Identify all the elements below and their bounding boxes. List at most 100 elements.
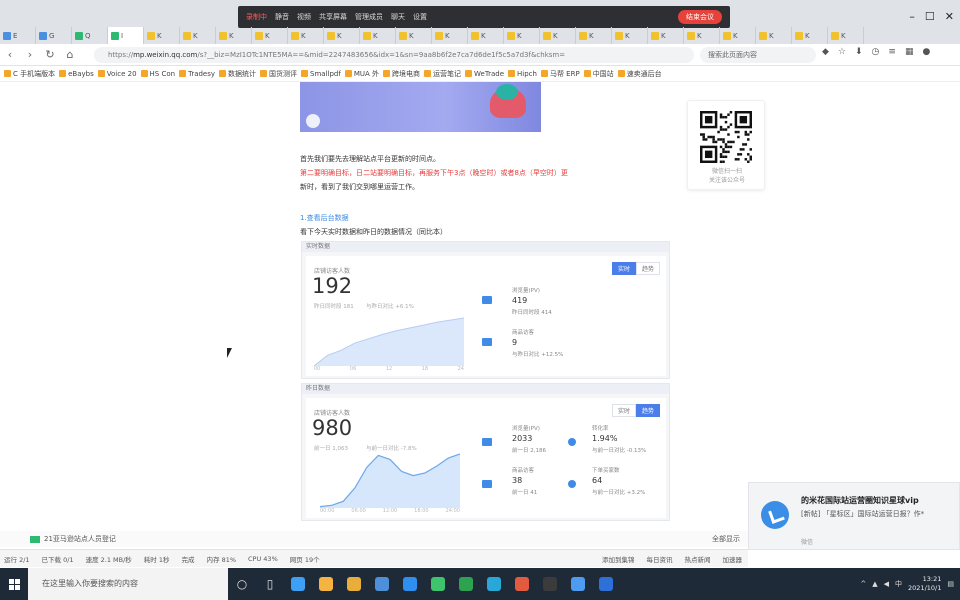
bookmark-item[interactable]: C 手机端版本 — [4, 69, 55, 79]
browser-tab[interactable]: K — [288, 27, 324, 44]
meeting-item-members[interactable]: 管理成员 — [355, 12, 383, 22]
browser-tab[interactable]: K — [180, 27, 216, 44]
browser-tab[interactable]: K — [252, 27, 288, 44]
bookmark-item[interactable]: 跨境电商 — [383, 69, 420, 79]
taskbar-app-icon[interactable] — [452, 568, 480, 600]
minimize-icon[interactable]: – — [909, 10, 915, 23]
download-file-name[interactable]: 21亚马逊站点人员登记 — [44, 534, 116, 544]
browser-tab[interactable]: K — [792, 27, 828, 44]
taskbar-search-input[interactable]: 在这里输入你要搜索的内容 — [28, 568, 228, 600]
browser-tab[interactable]: E — [0, 27, 36, 44]
browser-tab[interactable]: K — [360, 27, 396, 44]
taskbar-app-icon[interactable] — [564, 568, 592, 600]
download-icon[interactable]: ⬇ — [855, 47, 863, 57]
home-icon[interactable]: ⌂ — [60, 48, 80, 61]
close-icon[interactable]: ✕ — [945, 10, 954, 23]
browser-tab[interactable]: K — [396, 27, 432, 44]
bookmark-item[interactable]: 国货测评 — [260, 69, 297, 79]
recording-indicator[interactable]: 录制中 — [246, 12, 267, 22]
meeting-item-chat[interactable]: 聊天 — [391, 12, 405, 22]
menu-icon[interactable]: ≡ — [888, 47, 896, 57]
meeting-item-share[interactable]: 共享屏幕 — [319, 12, 347, 22]
toggle-trend[interactable]: 趋势 — [635, 262, 660, 275]
meeting-item-video[interactable]: 视频 — [297, 12, 311, 22]
status-right-item[interactable]: 热点新闻 — [685, 554, 711, 564]
browser-tab[interactable]: K — [684, 27, 720, 44]
history-icon[interactable]: ◷ — [872, 47, 880, 57]
toast-notification[interactable]: 的米花国际站运营圈知识星球vip [新帖] 「星标区」国际站运营日报？作* 微信 — [748, 482, 960, 550]
bookmark-item[interactable]: HS Con — [140, 70, 175, 78]
status-right-item[interactable]: 每日资讯 — [647, 554, 673, 564]
start-button[interactable] — [0, 568, 28, 600]
show-all-downloads[interactable]: 全部显示 — [712, 534, 740, 544]
bookmark-item[interactable]: 运营笔记 — [424, 69, 461, 79]
taskbar-app-icon[interactable] — [536, 568, 564, 600]
browser-tab[interactable]: K — [540, 27, 576, 44]
maximize-icon[interactable]: ☐ — [925, 10, 935, 23]
browser-tab[interactable]: K — [756, 27, 792, 44]
toggle-trend[interactable]: 趋势 — [635, 404, 660, 417]
status-right-item[interactable]: 添加到集锦 — [602, 554, 635, 564]
page-search-field[interactable]: 搜索此页面内容 — [700, 47, 816, 63]
browser-tab[interactable]: K — [648, 27, 684, 44]
network-icon[interactable]: ▲ — [872, 580, 877, 588]
browser-tab[interactable]: K — [144, 27, 180, 44]
browser-tab[interactable]: K — [216, 27, 252, 44]
taskbar-app-icon[interactable] — [284, 568, 312, 600]
taskbar-app-icon[interactable] — [480, 568, 508, 600]
refresh-icon[interactable]: ↻ — [40, 48, 60, 61]
browser-tab[interactable]: K — [432, 27, 468, 44]
extension-icon[interactable]: ◆ — [822, 47, 829, 57]
user-icon[interactable]: ● — [922, 47, 930, 57]
bookmark-item[interactable]: 数据统计 — [219, 69, 256, 79]
bookmark-item[interactable]: MUA 外 — [344, 69, 379, 79]
taskbar-app-icon[interactable] — [368, 568, 396, 600]
star-icon[interactable]: ☆ — [838, 47, 846, 57]
back-icon[interactable]: ‹ — [0, 48, 20, 61]
browser-tab[interactable]: K — [576, 27, 612, 44]
browser-tab[interactable]: G — [36, 27, 72, 44]
taskbar-app-icon[interactable] — [396, 568, 424, 600]
taskbar-app-icon[interactable] — [592, 568, 620, 600]
realtime-dashboard-image: 实时数据 实时 趋势 店铺访客人数 192 昨日同时段 181 与昨日对比 +6… — [301, 241, 670, 379]
bookmark-item[interactable]: Voice 20 — [97, 70, 137, 78]
volume-icon[interactable]: ◀ — [884, 580, 889, 588]
browser-tab[interactable]: K — [468, 27, 504, 44]
tray-chevron-icon[interactable]: ^ — [860, 580, 866, 588]
browser-tab[interactable]: K — [612, 27, 648, 44]
taskbar-app-icon[interactable] — [508, 568, 536, 600]
tab-label: K — [445, 31, 450, 40]
grid-icon[interactable]: ▦ — [905, 47, 914, 57]
bookmark-item[interactable]: Tradesy — [179, 70, 215, 78]
taskbar-app-icon[interactable] — [312, 568, 340, 600]
bookmark-item[interactable]: Hipch — [508, 70, 537, 78]
meeting-item-settings[interactable]: 设置 — [413, 12, 427, 22]
cortana-icon[interactable]: ○ — [228, 568, 256, 600]
bookmark-item[interactable]: Smallpdf — [301, 70, 341, 78]
system-clock[interactable]: 13:21 2021/10/1 — [908, 575, 941, 593]
bookmark-item[interactable]: eBaybs — [59, 70, 94, 78]
browser-tab[interactable]: Q — [72, 27, 108, 44]
bookmark-item[interactable]: WeTrade — [465, 70, 504, 78]
meeting-item-mute[interactable]: 静音 — [275, 12, 289, 22]
bookmark-item[interactable]: 马帮 ERP — [540, 69, 580, 79]
forward-icon[interactable]: › — [20, 48, 40, 61]
taskbar-app-icon[interactable] — [340, 568, 368, 600]
status-right-item[interactable]: 加速器 — [723, 554, 743, 564]
url-field[interactable]: https://mp.weixin.qq.com/s?__biz=MzI1OTc… — [94, 47, 694, 63]
end-meeting-button[interactable]: 结束会议 — [678, 10, 722, 24]
notification-center-icon[interactable]: ▤ — [947, 580, 954, 588]
browser-tab[interactable]: K — [828, 27, 864, 44]
taskbar-app-icon[interactable] — [424, 568, 452, 600]
bookmark-item[interactable]: 速卖通后台 — [617, 69, 662, 79]
browser-tab[interactable]: K — [504, 27, 540, 44]
toggle-realtime[interactable]: 实时 — [611, 404, 636, 417]
browser-tab[interactable]: K — [720, 27, 756, 44]
ime-icon[interactable]: 中 — [895, 579, 902, 589]
browser-tab[interactable]: K — [324, 27, 360, 44]
section-title[interactable]: 1.查看后台数据 — [300, 211, 670, 225]
browser-tab[interactable]: I — [108, 27, 144, 44]
bookmark-item[interactable]: 中国站 — [583, 69, 614, 79]
toggle-realtime[interactable]: 实时 — [611, 262, 636, 275]
task-view-icon[interactable]: ▯ — [256, 568, 284, 600]
